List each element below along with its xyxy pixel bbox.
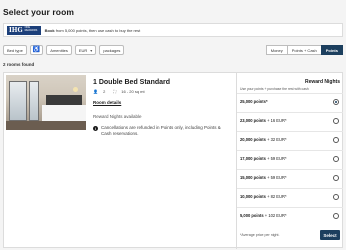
currency-label: EUR: [78, 47, 88, 53]
rate-option[interactable]: 25,000 points*: [237, 93, 343, 109]
page-title: Select your room: [3, 7, 75, 17]
guests-count: 2: [103, 89, 106, 94]
packages-filter[interactable]: packages: [99, 45, 125, 55]
banner-text: Book from 5,000 points, then use cash to…: [45, 28, 141, 33]
rate-radio[interactable]: [333, 212, 339, 219]
rate-option-label: 10,000 points + 82 EUR*: [240, 194, 287, 199]
rate-cash: + 16 EUR*: [265, 118, 287, 123]
rate-option-label: 5,000 points + 102 EUR*: [240, 213, 287, 218]
currency-select[interactable]: EUR ▾: [74, 45, 97, 55]
rate-points: 5,000 points: [240, 213, 264, 218]
ihg-logo: IHG ONE REWARDS: [7, 25, 41, 35]
room-meta: 👤 2 ⛶ 16 - 20 sq mt: [93, 89, 153, 94]
logo-subtext: ONE REWARDS: [24, 26, 38, 32]
rate-option-label: 15,000 points + 59 EUR*: [240, 175, 287, 180]
rate-cash: + 82 EUR*: [265, 194, 287, 199]
price-footnote: *Average price per night.: [240, 233, 280, 237]
rate-points: 25,000 points*: [240, 99, 268, 104]
rate-radio[interactable]: [333, 174, 339, 181]
amenities-filter[interactable]: Amenities: [46, 45, 72, 55]
rate-option[interactable]: 5,000 points + 102 EUR*: [237, 207, 343, 223]
info-icon: i: [93, 126, 98, 131]
rate-option[interactable]: 17,000 points + 59 EUR*: [237, 150, 343, 166]
rate-cash: + 59 EUR*: [265, 156, 287, 161]
payment-toggle: Money Points + Cash Points: [265, 45, 343, 55]
room-title: 1 Double Bed Standard: [93, 79, 171, 86]
rate-option[interactable]: 20,000 points + 32 EUR*: [237, 131, 343, 147]
room-size-value: 16 - 20 sq mt: [121, 89, 145, 94]
room-details-link[interactable]: Room details: [93, 100, 121, 105]
packages-label: packages: [103, 47, 121, 53]
rate-option-label: 23,000 points + 16 EUR*: [240, 118, 287, 123]
select-button[interactable]: Select: [320, 230, 340, 240]
rate-radio[interactable]: [333, 98, 339, 105]
toggle-points[interactable]: Points: [320, 45, 343, 55]
rate-cash: + 32 EUR*: [265, 137, 287, 142]
rate-option-label: 25,000 points*: [240, 99, 268, 104]
rate-points: 10,000 points: [240, 194, 266, 199]
rate-cash: + 102 EUR*: [263, 213, 287, 218]
rate-option[interactable]: 15,000 points + 59 EUR*: [237, 169, 343, 185]
rate-options-panel: Reward Nights Use your points + purchase…: [236, 73, 344, 249]
accessible-filter[interactable]: ♿: [29, 45, 44, 55]
cancellation-text: Cancellations are refunded in Points onl…: [101, 125, 221, 136]
cancellation-note: i Cancellations are refunded in Points o…: [93, 125, 223, 137]
guests: 👤 2: [93, 89, 109, 94]
rate-cash: + 59 EUR*: [265, 175, 287, 180]
rate-radio[interactable]: [333, 117, 339, 124]
area-icon: ⛶: [113, 89, 117, 94]
wheelchair-icon: ♿: [32, 47, 41, 53]
rate-points: 17,000 points: [240, 156, 266, 161]
promo-banner: IHG ONE REWARDS Book from 5,000 points, …: [3, 23, 343, 37]
rate-points: 15,000 points: [240, 175, 266, 180]
room-card: 1 Double Bed Standard 👤 2 ⛶ 16 - 20 sq m…: [3, 72, 344, 249]
filter-bar: Bed type ♿ Amenities EUR ▾ packages Money…: [3, 44, 343, 56]
room-size: ⛶ 16 - 20 sq mt: [113, 89, 148, 94]
room-photo[interactable]: [6, 75, 86, 130]
rooms-found-count: 2 rooms found: [3, 62, 35, 67]
rate-points: 20,000 points: [240, 137, 266, 142]
rates-subheader: Use your points + purchase the rest with…: [240, 87, 309, 91]
rate-points: 23,000 points: [240, 118, 266, 123]
banner-rest: from 5,000 points, then use cash to buy …: [54, 27, 141, 33]
rate-option[interactable]: 10,000 points + 82 EUR*: [237, 188, 343, 204]
rates-header: Reward Nights: [304, 79, 340, 85]
toggle-points-cash[interactable]: Points + Cash: [286, 45, 322, 55]
reward-availability: Reward Nights available: [93, 114, 142, 119]
bed-type-label: Bed type: [7, 47, 23, 53]
rate-radio[interactable]: [333, 136, 339, 143]
person-icon: 👤: [93, 89, 98, 94]
chevron-down-icon: ▾: [90, 47, 93, 53]
rate-radio[interactable]: [333, 155, 339, 162]
toggle-money[interactable]: Money: [265, 45, 288, 55]
rate-option-label: 17,000 points + 59 EUR*: [240, 156, 287, 161]
banner-bold: Book: [44, 27, 55, 33]
amenities-label: Amenities: [50, 47, 68, 53]
logo-text: IHG: [9, 26, 23, 34]
rate-option-label: 20,000 points + 32 EUR*: [240, 137, 287, 142]
bed-type-filter[interactable]: Bed type: [3, 45, 27, 55]
rate-option[interactable]: 23,000 points + 16 EUR*: [237, 112, 343, 128]
rate-radio[interactable]: [333, 193, 339, 200]
